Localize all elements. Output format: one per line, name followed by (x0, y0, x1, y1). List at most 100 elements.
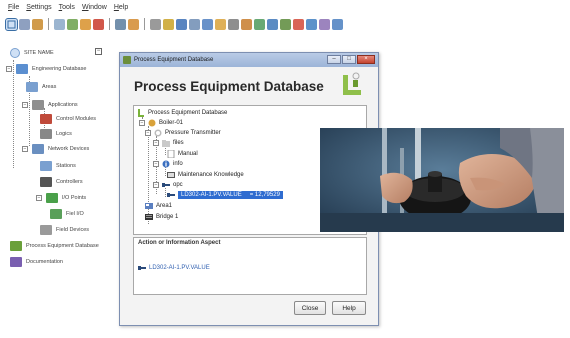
tree-info[interactable]: − info (153, 160, 183, 168)
menu-window[interactable]: Window (82, 4, 107, 11)
site-tree-item-label: Fiel I/O (66, 211, 84, 217)
expand-toggle[interactable]: − (6, 66, 12, 72)
chart-icon[interactable] (67, 18, 78, 30)
tree-area[interactable]: Area1 (145, 202, 172, 210)
database-logo-icon (343, 72, 361, 95)
knowledge-icon (167, 172, 175, 178)
tree-knowledge-label: Maintenance Knowledge (178, 172, 244, 178)
site-tree-item[interactable]: Controllers (40, 177, 83, 187)
tree-node-icon (10, 257, 22, 267)
filter-icon[interactable] (128, 18, 139, 30)
site-root[interactable]: SITE NAME (10, 48, 54, 58)
site-tree-item-label: I/O Points (62, 195, 87, 201)
menu-file[interactable]: File (8, 4, 19, 11)
site-tree-item[interactable]: − Network Devices (22, 144, 89, 154)
select-icon[interactable] (5, 17, 18, 31)
site-tree-item[interactable]: Logics (40, 129, 72, 139)
tree-files[interactable]: − files (153, 139, 184, 147)
tree-boiler-label: Boiler-01 (159, 120, 184, 126)
opc-item-value: = 12,79529 (249, 192, 280, 198)
aspect-link-label: LD302-AI-1.PV.VALUE (149, 265, 210, 271)
menu-settings[interactable]: Settings (26, 4, 51, 11)
trend-icon[interactable] (280, 18, 291, 30)
tree-manual[interactable]: Manual (167, 150, 198, 158)
site-tree-item[interactable]: − Engineering Database (6, 64, 86, 74)
site-tree-item[interactable]: Field Devices (40, 225, 89, 235)
network-icon[interactable] (306, 18, 317, 30)
menu-help[interactable]: Help (114, 4, 128, 11)
monitor-icon[interactable] (267, 18, 278, 30)
dialog-titlebar[interactable]: Process Equipment Database – □ × (120, 53, 378, 67)
site-tree-item[interactable]: Fiel I/O (50, 209, 84, 219)
help-icon[interactable] (332, 18, 343, 30)
tree-node-icon (16, 64, 28, 74)
alarm-icon[interactable] (293, 18, 304, 30)
tree-opc[interactable]: − opc (153, 181, 183, 189)
site-tree-item-label: Field Devices (56, 227, 90, 233)
expand-toggle[interactable]: − (22, 102, 28, 108)
expand-files-toggle[interactable]: − (153, 140, 159, 146)
site-tree-item[interactable]: Areas (26, 82, 56, 92)
close-button[interactable]: Close (294, 301, 326, 315)
expand-transmitter-toggle[interactable]: − (145, 130, 151, 136)
site-tree-item[interactable]: − I/O Points (36, 193, 86, 203)
tree-node-icon (32, 100, 44, 110)
opc-icon (162, 183, 170, 187)
tree-root[interactable]: Process Equipment Database (137, 109, 227, 117)
tree-opc-item[interactable]: LD302-AI-1.PV.VALUE = 12,79529 (167, 191, 283, 199)
expand-opc-toggle[interactable]: − (153, 182, 159, 188)
collapse-all-button[interactable]: − (95, 48, 102, 55)
tree-icon[interactable] (19, 18, 30, 30)
database-icon (138, 109, 144, 117)
expand-toggle[interactable]: − (22, 146, 28, 152)
document-icon[interactable] (54, 18, 65, 30)
export-icon[interactable] (202, 18, 213, 30)
aspect-link[interactable]: LD302-AI-1.PV.VALUE (138, 264, 210, 272)
site-tree-item[interactable]: Stations (40, 161, 76, 171)
print-icon[interactable] (228, 18, 239, 30)
site-tree-item-label: Stations (56, 163, 76, 169)
list-icon[interactable] (189, 18, 200, 30)
tree-bridge[interactable]: Bridge 1 (145, 213, 178, 221)
tree-area-label: Area1 (156, 203, 173, 209)
expand-toggle[interactable]: − (36, 195, 42, 201)
tree-boiler[interactable]: − Boiler-01 (139, 119, 183, 127)
tree-node-icon (32, 144, 44, 154)
site-tree-item[interactable]: Process Equipment Database (10, 241, 99, 251)
site-tree-item-label: Network Devices (48, 146, 90, 152)
equipment-icon (148, 119, 156, 127)
site-root-label: SITE NAME (24, 50, 54, 56)
toolbar-separator (48, 18, 49, 30)
table-icon[interactable] (176, 18, 187, 30)
refresh-icon[interactable] (80, 18, 91, 30)
window-close-button[interactable]: × (357, 55, 375, 64)
search-icon[interactable] (32, 18, 43, 30)
tree-knowledge[interactable]: Maintenance Knowledge (167, 171, 244, 179)
maximize-button[interactable]: □ (342, 55, 356, 64)
site-tree-item[interactable]: − Applications (22, 100, 78, 110)
image-icon[interactable] (254, 18, 265, 30)
tree-transmitter[interactable]: − Pressure Transmitter (145, 129, 221, 137)
aspect-panel: Action or Information Aspect LD302-AI-1.… (133, 237, 367, 295)
grid-icon[interactable] (115, 18, 126, 30)
site-tree-item[interactable]: Control Modules (40, 114, 96, 124)
aspect-title: Action or Information Aspect (138, 240, 221, 246)
tree-node-icon (10, 241, 22, 251)
tree-node-icon (40, 225, 52, 235)
help-button[interactable]: Help (332, 301, 366, 315)
minimize-button[interactable]: – (327, 55, 341, 64)
toolbar-separator (109, 18, 110, 30)
tree-node-icon (46, 193, 58, 203)
arrow-icon[interactable] (215, 18, 226, 30)
expand-boiler-toggle[interactable]: − (139, 120, 145, 126)
site-tree: SITE NAME − − Engineering Database Areas − A… (0, 40, 118, 290)
key-icon[interactable] (163, 18, 174, 30)
magnify-icon[interactable] (241, 18, 252, 30)
record-icon[interactable] (150, 18, 161, 30)
settings-icon[interactable] (319, 18, 330, 30)
site-tree-item-label: Logics (56, 131, 72, 137)
stop-icon[interactable] (93, 18, 104, 30)
expand-info-toggle[interactable]: − (153, 161, 159, 167)
site-tree-item[interactable]: Documentation (10, 257, 63, 267)
menu-tools[interactable]: Tools (59, 4, 75, 11)
